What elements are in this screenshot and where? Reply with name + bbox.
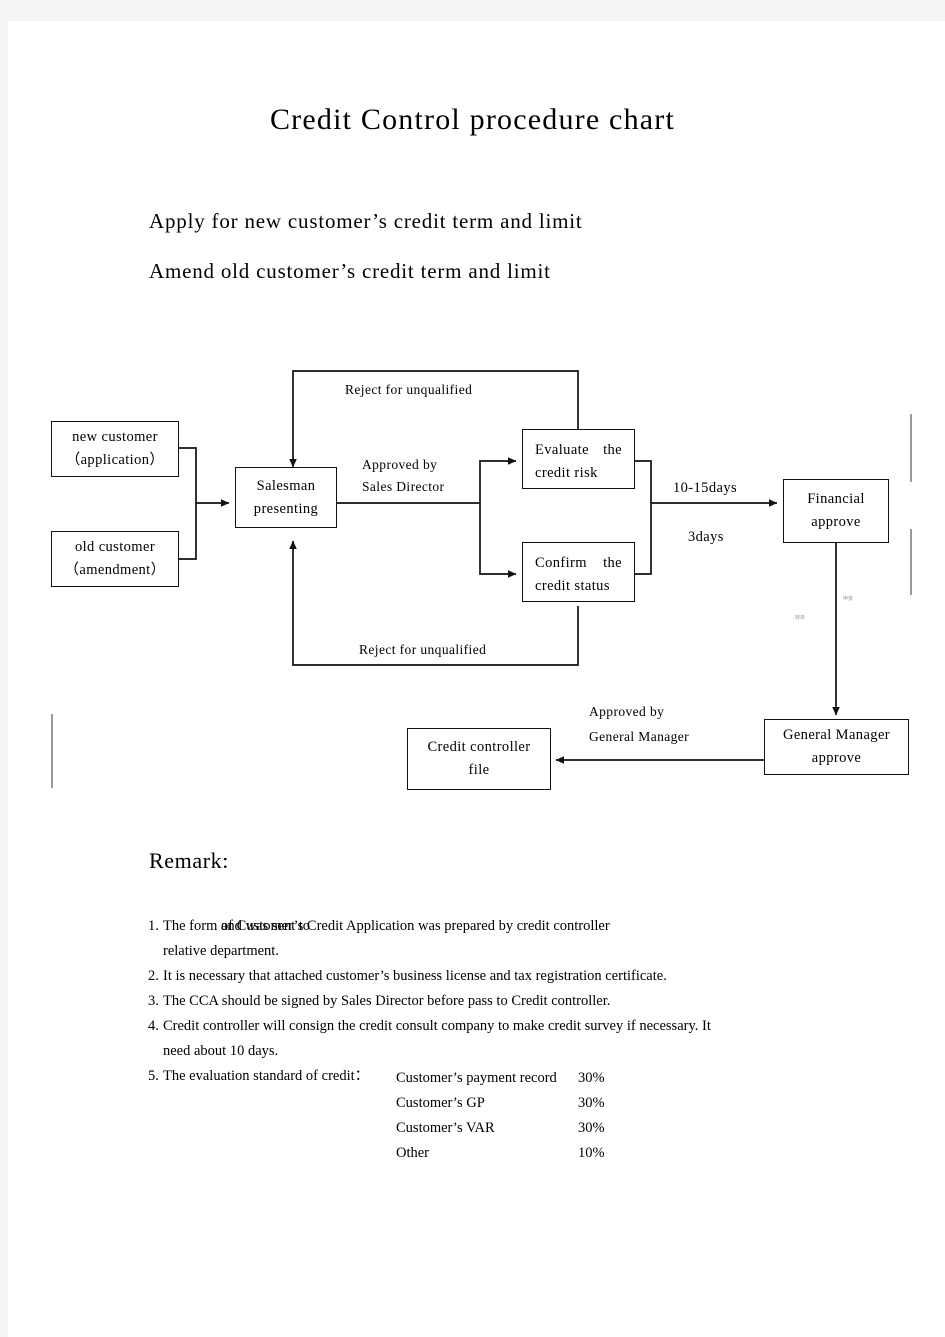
std-row-3-pct: 10% [578,1145,605,1161]
node-new-customer-line2: （application） [65,452,165,468]
node-evaluate-word2: the [603,442,622,458]
table-row: Customer’s GP 30% [396,1091,638,1116]
remark-item-2: 2. It is necessary that attached custome… [148,964,818,989]
remark-5-number: 5. [148,1068,159,1084]
page-title: Credit Control procedure chart [269,103,676,136]
node-general-manager-approve[interactable]: General Manager approve [764,719,909,775]
scan-edge-top [0,0,945,21]
node-old-customer[interactable]: old customer （amendment） [51,531,179,587]
intro-line-1: Apply for new customer’s credit term and… [149,209,583,233]
remark-4-text-line2: need about 10 days. [163,1043,279,1059]
std-row-1-name: Customer’s GP [396,1095,485,1111]
evaluation-standard-table: Customer’s payment record 30% Customer’s… [396,1066,638,1166]
scan-edge-left [0,21,8,1337]
remark-2-text: It is necessary that attached customer’s… [163,968,667,984]
std-row-2-name: Customer’s VAR [396,1120,495,1136]
node-gm-line1: General Manager [782,727,891,743]
remark-1-overlap-text: and was sent to [221,918,310,934]
edge-label-reject-bottom: Reject for unqualified [359,642,487,657]
node-evaluate-credit-risk[interactable]: Evaluate the credit risk [522,429,635,489]
std-row-0-name: Customer’s payment record [396,1070,557,1086]
artifact-glyph-right: 申批 [843,597,854,602]
node-salesman-presenting[interactable]: Salesman presenting [235,467,337,528]
node-financial-line1: Financial [807,491,865,507]
node-salesman-line2: presenting [253,500,319,517]
node-old-customer-line2: （amendment） [64,562,166,578]
node-credit-file-line2: file [468,762,490,778]
std-row-1-pct: 30% [578,1095,605,1111]
edge-label-approved-gm-1: Approved by [589,704,665,719]
remark-4-text: Credit controller will consign the credi… [163,1018,711,1034]
remark-1-text-line2: relative department. [163,943,279,959]
edge-label-approved-gm-2: General Manager [589,729,690,744]
margin-change-bar-left [51,714,53,788]
intro-line-2: Amend old customer’s credit term and lim… [149,259,551,283]
node-evaluate-word1: Evaluate [535,442,589,458]
remark-heading: Remark: [149,848,229,873]
remark-list: 1. The form of Customer’s Credit Applica… [148,914,818,1089]
node-old-customer-line1: old customer [74,539,156,555]
node-confirm-credit-status[interactable]: Confirm the credit status [522,542,635,602]
document-page: Credit Control procedure chart Apply for… [0,0,945,1337]
remark-4-number: 4. [148,1018,159,1034]
node-credit-file-line1: Credit controller [427,739,531,755]
table-row: Customer’s payment record 30% [396,1066,638,1091]
table-row: Customer’s VAR 30% [396,1116,638,1141]
edge-label-3-days: 3days [688,529,724,545]
remark-3-number: 3. [148,993,159,1009]
node-new-customer[interactable]: new customer （application） [51,421,179,477]
node-evaluate-line2: credit risk [535,465,598,481]
std-row-2-pct: 30% [578,1120,605,1136]
node-salesman-line1: Salesman [256,477,316,494]
table-row: Other 10% [396,1141,638,1166]
node-credit-controller-file[interactable]: Credit controller file [407,728,551,790]
remark-item-3: 3. The CCA should be signed by Sales Dir… [148,989,818,1014]
node-confirm-word2: the [603,555,622,571]
remark-item-1: 1. The form of Customer’s Credit Applica… [148,914,818,964]
edge-label-approved-sales-2: Sales Director [362,479,445,494]
std-row-0-pct: 30% [578,1070,605,1086]
artifact-glyph-left: 转单 [795,616,806,621]
margin-change-bar-right-top [910,414,912,482]
remark-2-number: 2. [148,968,159,984]
edge-label-reject-top: Reject for unqualified [345,382,473,397]
std-row-3-name: Other [396,1145,430,1161]
margin-change-bar-right-bottom [910,529,912,595]
node-financial-line2: approve [811,514,861,530]
remark-1-overlap-wrap: The form of Customer’s Credit Applicatio… [163,914,610,939]
remark-3-text: The CCA should be signed by Sales Direct… [163,993,611,1009]
node-gm-line2: approve [811,750,862,766]
node-financial-approve[interactable]: Financial approve [783,479,889,543]
node-new-customer-line1: new customer [72,429,158,445]
edge-label-approved-sales-1: Approved by [362,457,438,472]
edge-label-10-15-days: 10-15days [673,480,738,496]
remark-item-4: 4. Credit controller will consign the cr… [148,1014,818,1064]
node-confirm-word1: Confirm [535,555,587,571]
remark-1-number: 1. [148,918,159,934]
node-confirm-line2: credit status [535,578,610,594]
